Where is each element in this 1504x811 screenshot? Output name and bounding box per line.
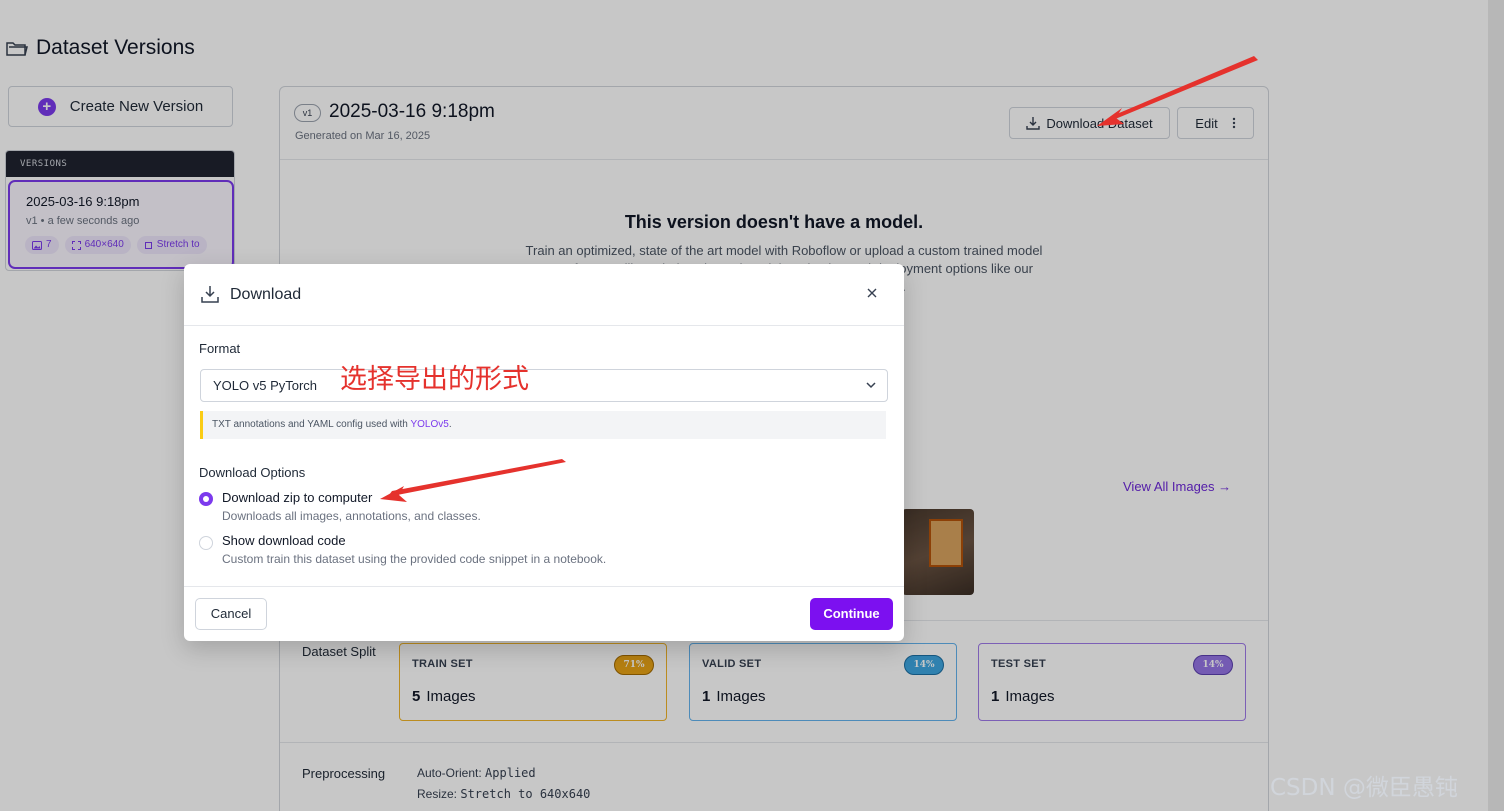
annotation-arrows	[380, 56, 1258, 502]
watermark: CSDN @微臣愚钝	[1270, 775, 1458, 801]
annotation-arrow-icon	[1097, 56, 1258, 126]
annotation-arrow-icon	[380, 459, 566, 502]
